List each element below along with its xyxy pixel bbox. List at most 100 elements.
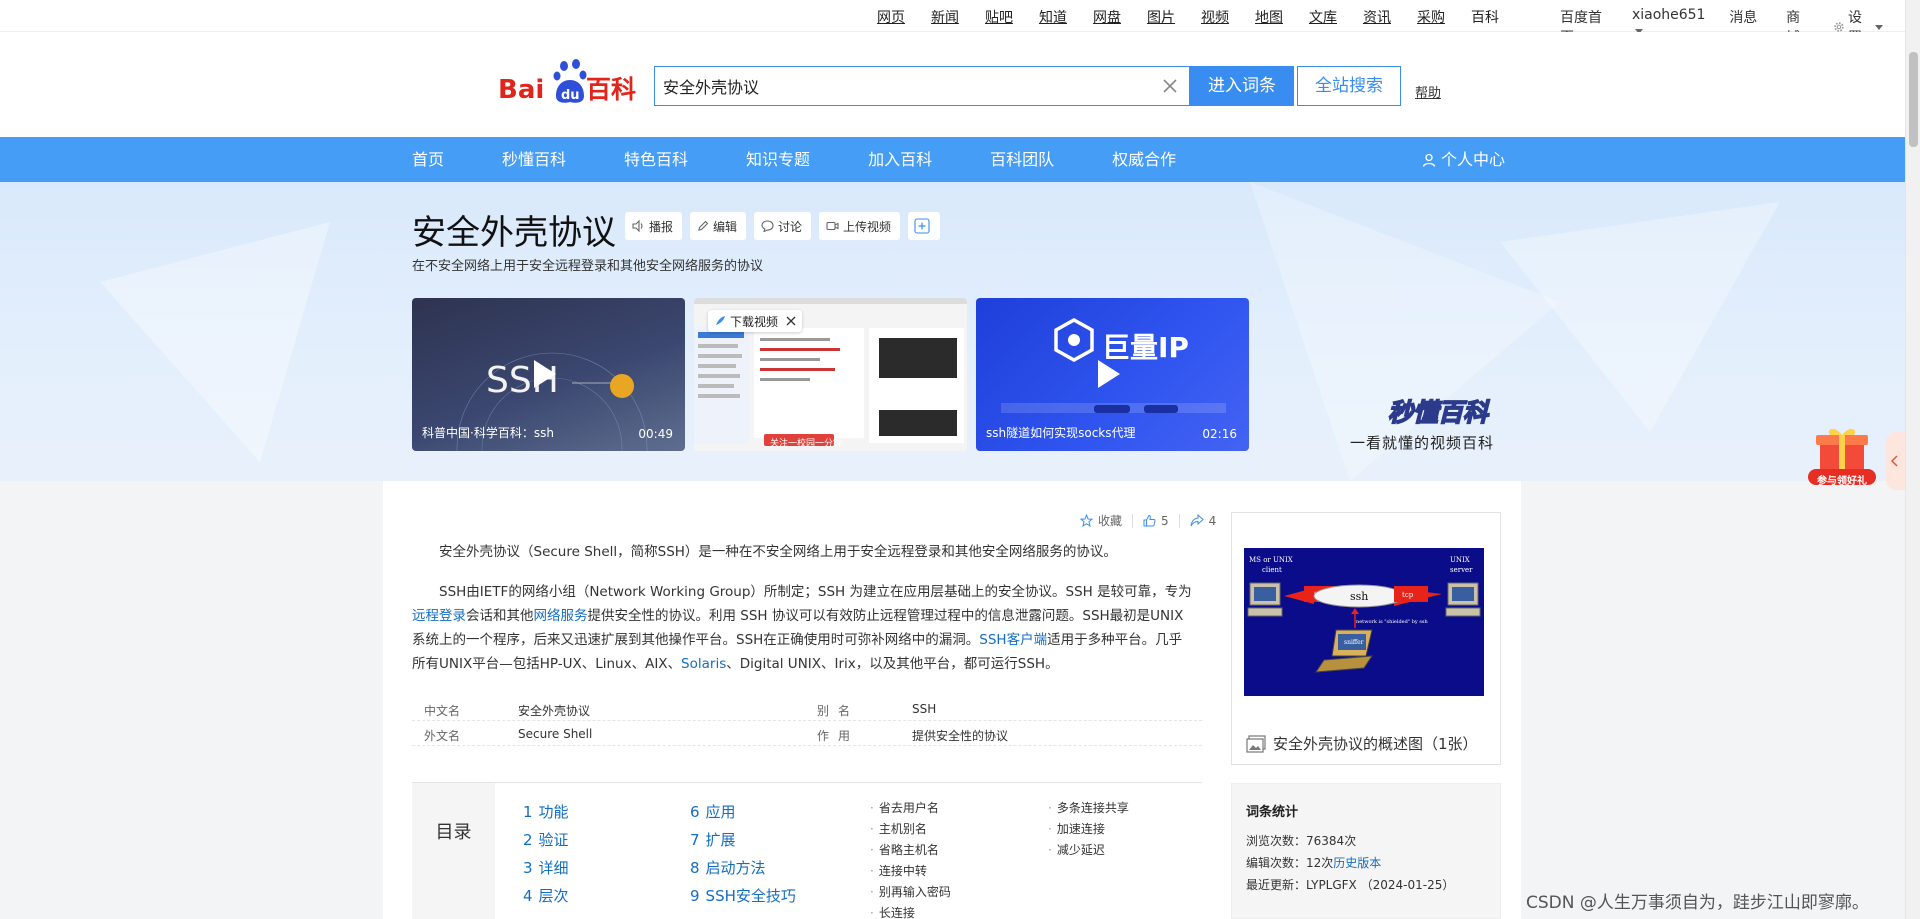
sniffer-laptop <box>1315 629 1373 673</box>
summary-paragraph-2: SSH由IETF的网络小组（Network Working Group）所制定；… <box>412 580 1192 676</box>
close-icon[interactable] <box>1161 77 1179 95</box>
toc-item[interactable]: 4 层次 <box>523 885 569 913</box>
top-product-links: 网页 新闻 贴吧 知道 网盘 图片 视频 地图 文库 资讯 采购 百科 <box>877 7 1525 27</box>
toc-subitem[interactable]: 省略主机名 <box>870 841 951 862</box>
top-link-pan[interactable]: 网盘 <box>1093 7 1121 27</box>
top-link-info[interactable]: 资讯 <box>1363 7 1391 27</box>
video-card-1[interactable]: SSH 科普中国·科学百科：ssh 00:49 <box>412 298 685 451</box>
toc-number: 3 <box>523 859 533 877</box>
top-link-web[interactable]: 网页 <box>877 7 905 27</box>
help-link[interactable]: 帮助 <box>1415 82 1441 101</box>
history-link[interactable]: 历史版本 <box>1333 856 1381 870</box>
toc-item[interactable]: 2 验证 <box>523 829 569 857</box>
toc-number: 8 <box>690 859 700 877</box>
user-center-link[interactable]: 个人中心 <box>1422 137 1505 182</box>
upload-video-button[interactable]: 上传视频 <box>819 212 901 240</box>
top-link-news[interactable]: 新闻 <box>931 7 959 27</box>
share-button[interactable]: 4 <box>1190 514 1216 528</box>
link-ssh-client[interactable]: SSH客户端 <box>979 632 1047 648</box>
toc-title: SSH安全技巧 <box>705 887 796 905</box>
info-value: SSH <box>912 702 937 716</box>
figure-caption[interactable]: 安全外壳协议的概述图（1张） <box>1246 733 1478 754</box>
nav-miaodong[interactable]: 秒懂百科 <box>502 137 566 182</box>
thumbs-up-icon <box>1143 514 1156 527</box>
scrollbar-thumb[interactable] <box>1909 52 1918 147</box>
toc-title: 扩展 <box>705 831 736 849</box>
toc-item[interactable]: 3 详细 <box>523 857 569 885</box>
site-search-button[interactable]: 全站搜索 <box>1297 66 1401 106</box>
toc-item[interactable]: 8 启动方法 <box>690 857 796 885</box>
vertical-scrollbar[interactable] <box>1905 0 1920 919</box>
entry-actions: 收藏 5 4 <box>1080 512 1216 529</box>
chat-icon <box>761 220 774 232</box>
stat-edits: 编辑次数：12次历史版本 <box>1246 854 1381 871</box>
broadcast-button[interactable]: 播报 <box>625 212 683 240</box>
toc-subitem[interactable]: 多条连接共享 <box>1048 799 1129 820</box>
link-network-service[interactable]: 网络服务 <box>534 608 588 624</box>
top-link-baike[interactable]: 百科 <box>1471 7 1499 27</box>
link-remote-login[interactable]: 远程登录 <box>412 608 466 624</box>
download-video-chip[interactable]: 下载视频 <box>708 310 803 332</box>
collect-button[interactable]: 收藏 <box>1080 512 1122 529</box>
edit-button[interactable]: 编辑 <box>690 212 747 240</box>
toc-title: 功能 <box>538 803 569 821</box>
info-value: 安全外壳协议 <box>518 704 591 718</box>
messages-label: 消息 <box>1729 10 1758 26</box>
ssh-diagram-image: MS or UNIX client UNIX server tcp ssh tc… <box>1244 548 1484 696</box>
toc-item[interactable]: 1 功能 <box>523 801 569 829</box>
toc-item[interactable]: 7 扩展 <box>690 829 796 857</box>
basic-info-row: 外文名 Secure Shell 作用 提供安全性的协议 <box>412 721 1202 746</box>
top-link-wenku[interactable]: 文库 <box>1309 7 1337 27</box>
video-icon <box>826 221 839 231</box>
search-input[interactable] <box>663 67 1143 105</box>
baidu-baike-logo[interactable]: Bai du 百科 <box>498 56 643 106</box>
gift-label[interactable]: 参与领好礼 <box>1810 472 1874 487</box>
overview-figure-card[interactable]: MS or UNIX client UNIX server tcp ssh tc… <box>1231 512 1501 765</box>
close-icon[interactable] <box>786 316 796 326</box>
stat-views: 浏览次数：76384次 <box>1246 832 1356 849</box>
user-icon <box>1422 153 1436 167</box>
toc-subitem[interactable]: 长连接 <box>870 904 951 919</box>
toc-item[interactable]: 6 应用 <box>690 801 796 829</box>
top-link-zhidao[interactable]: 知道 <box>1039 7 1067 27</box>
toc-subitem[interactable]: 主机别名 <box>870 820 951 841</box>
svg-text:Bai: Bai <box>498 75 544 105</box>
discuss-label: 讨论 <box>778 219 803 234</box>
top-link-video[interactable]: 视频 <box>1201 7 1229 27</box>
toc-subitem[interactable]: 别再输入密码 <box>870 883 951 904</box>
toc-subitem[interactable]: 减少延迟 <box>1048 841 1129 862</box>
toc-subitem[interactable]: 省去用户名 <box>870 799 951 820</box>
nav-home[interactable]: 首页 <box>412 137 444 182</box>
top-link-tieba[interactable]: 贴吧 <box>985 7 1013 27</box>
nav-partner[interactable]: 权威合作 <box>1112 137 1176 182</box>
nav-topics[interactable]: 知识专题 <box>746 137 810 182</box>
entry-subtitle: 在不安全网络上用于安全远程登录和其他安全网络服务的协议 <box>412 259 764 274</box>
nav-join[interactable]: 加入百科 <box>868 137 932 182</box>
more-button[interactable] <box>908 212 941 240</box>
diagram-label-right-os: UNIX <box>1450 556 1470 564</box>
like-button[interactable]: 5 <box>1143 514 1169 528</box>
diagram-label-note: network is "shielded" by ssh <box>1356 619 1428 625</box>
csdn-watermark: CSDN @人生万事须自为，跬步江山即寥廓。 <box>1526 893 1869 913</box>
diagram-label-left-os: MS or UNIX <box>1249 556 1293 564</box>
toc-column-2: 6 应用 7 扩展 8 启动方法 9 SSH安全技巧 <box>690 801 796 913</box>
side-collapse-tab[interactable] <box>1886 432 1905 490</box>
toc-subitem[interactable]: 连接中转 <box>870 862 951 883</box>
top-link-map[interactable]: 地图 <box>1255 7 1283 27</box>
link-solaris[interactable]: Solaris <box>681 656 726 672</box>
nav-featured[interactable]: 特色百科 <box>624 137 688 182</box>
nav-team[interactable]: 百科团队 <box>990 137 1054 182</box>
video-card-3[interactable]: 巨量IP ssh隧道如何实现socks代理 02:16 <box>976 298 1249 451</box>
like-count: 5 <box>1161 513 1169 528</box>
toc-subitem[interactable]: 加速连接 <box>1048 820 1129 841</box>
enter-entry-button[interactable]: 进入词条 <box>1190 66 1294 106</box>
video-card-2[interactable]: 下载视频 关注一校园一分钟 <box>694 298 967 451</box>
ssh-diagram: MS or UNIX client UNIX server tcp ssh tc… <box>1247 556 1481 673</box>
top-link-purchase[interactable]: 采购 <box>1417 7 1445 27</box>
user-center-label: 个人中心 <box>1441 150 1506 169</box>
client-computer <box>1247 582 1283 617</box>
broadcast-label: 播报 <box>649 219 674 234</box>
toc-item[interactable]: 9 SSH安全技巧 <box>690 885 796 913</box>
top-link-images[interactable]: 图片 <box>1147 7 1175 27</box>
discuss-button[interactable]: 讨论 <box>754 212 812 240</box>
